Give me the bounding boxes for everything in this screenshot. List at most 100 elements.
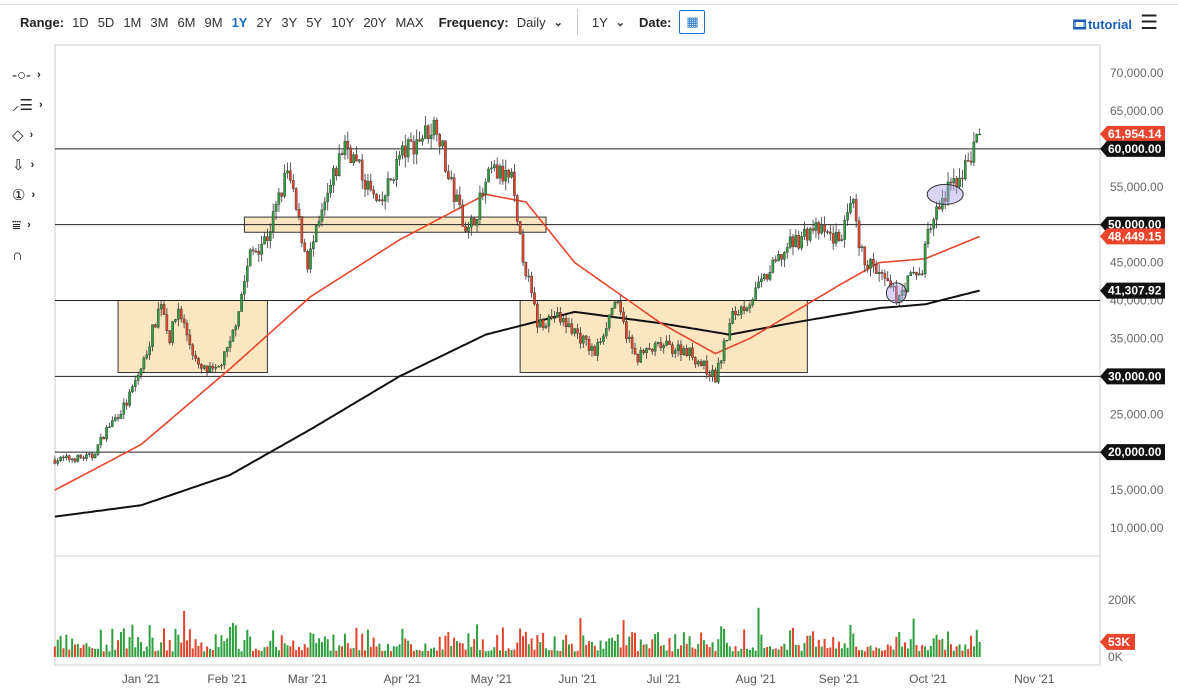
volume-bar <box>223 641 226 657</box>
volume-bar <box>941 638 944 657</box>
consolidation-box <box>117 300 268 374</box>
volume-bar <box>593 645 596 657</box>
candle-body <box>567 323 571 328</box>
volume-bar <box>338 645 341 657</box>
candle-body <box>811 228 815 231</box>
candle-body <box>274 204 278 212</box>
candle-body <box>228 341 232 348</box>
price-chart[interactable]: 10,000.00 15,000.00 20,000.00 25,000.00 30,0… <box>0 0 1178 697</box>
candle-body <box>113 417 117 421</box>
candle-body <box>556 312 559 318</box>
volume-bar <box>381 650 384 657</box>
candle-body <box>938 206 941 210</box>
candle-body <box>851 199 855 204</box>
candle-body <box>975 134 979 143</box>
candle-body <box>929 228 933 230</box>
volume-bar <box>912 618 915 657</box>
volume-bar <box>306 647 309 657</box>
candle-body <box>291 180 295 189</box>
candle-body <box>961 177 964 180</box>
candle-body <box>99 436 103 445</box>
candle-body <box>481 192 485 196</box>
candle-body <box>843 220 846 240</box>
candle-body <box>409 139 413 142</box>
volume-bar <box>71 638 74 657</box>
volume-bar <box>430 648 433 657</box>
candle-body <box>576 328 579 334</box>
volume-bar <box>622 620 625 657</box>
volume-bar <box>964 644 967 657</box>
candle-body <box>915 271 918 276</box>
candle-body <box>179 308 183 320</box>
candle-body <box>582 335 585 344</box>
volume-bar <box>527 644 530 657</box>
candle-body <box>151 324 154 347</box>
volume-bar <box>329 650 332 657</box>
candle-body <box>742 306 746 311</box>
candle-body <box>734 310 737 315</box>
candle-body <box>277 192 281 205</box>
volume-bar <box>791 627 794 657</box>
candle-body <box>794 234 798 247</box>
candle-body <box>432 119 436 136</box>
volume-bar <box>392 646 395 657</box>
volume-bar <box>665 650 668 657</box>
volume-bar <box>889 645 892 657</box>
candle-body <box>79 454 83 458</box>
candle-body <box>122 402 126 415</box>
volume-bar <box>947 631 950 657</box>
volume-bar <box>163 628 166 657</box>
volume-bar <box>579 618 582 657</box>
candle-body <box>515 195 519 222</box>
volume-bar <box>355 627 358 657</box>
candle-body <box>62 456 65 459</box>
volume-bar <box>458 642 461 657</box>
candle-body <box>470 218 473 228</box>
volume-bar <box>427 650 430 657</box>
volume-bar <box>932 638 935 657</box>
volume-bar <box>68 649 71 657</box>
volume-bar <box>203 651 206 657</box>
candle-body <box>202 365 206 369</box>
candle-body <box>438 133 442 147</box>
candle-body <box>604 328 608 337</box>
volume-bar <box>117 640 120 657</box>
volume-bar <box>895 636 898 657</box>
volume-bar <box>180 642 183 657</box>
volume-bar <box>921 644 924 657</box>
volume-bar <box>168 640 171 657</box>
volume-bar <box>725 642 728 657</box>
candle-body <box>849 202 852 213</box>
volume-bar <box>705 644 708 657</box>
candle-body <box>777 254 780 262</box>
volume-bar <box>576 650 579 657</box>
candle-body <box>306 251 309 270</box>
candle-body <box>424 125 427 139</box>
volume-bar <box>717 639 720 657</box>
volume-bar <box>91 648 94 657</box>
consolidation-box <box>519 300 808 374</box>
volume-bar <box>731 651 734 657</box>
volume-bar <box>295 650 298 657</box>
volume-bar <box>289 646 292 657</box>
candle-body <box>372 189 375 195</box>
candle-body <box>518 221 522 235</box>
candle-body <box>923 243 927 275</box>
candle-body <box>699 361 703 366</box>
candle-body <box>524 262 528 277</box>
volume-bar <box>679 645 682 657</box>
candle-body <box>133 380 137 387</box>
candle-body <box>909 272 913 276</box>
candle-body <box>541 319 545 328</box>
volume-bar <box>688 636 691 657</box>
volume-bar <box>522 636 525 657</box>
candle-body <box>142 357 146 369</box>
candle-body <box>814 222 818 231</box>
volume-bar <box>510 650 513 657</box>
volume-bar <box>447 631 450 657</box>
candle-body <box>846 212 849 221</box>
candle-body <box>780 254 783 260</box>
x-tick-label: Mar '21 <box>288 672 328 686</box>
volume-bar <box>826 648 829 657</box>
candle-body <box>547 315 551 327</box>
